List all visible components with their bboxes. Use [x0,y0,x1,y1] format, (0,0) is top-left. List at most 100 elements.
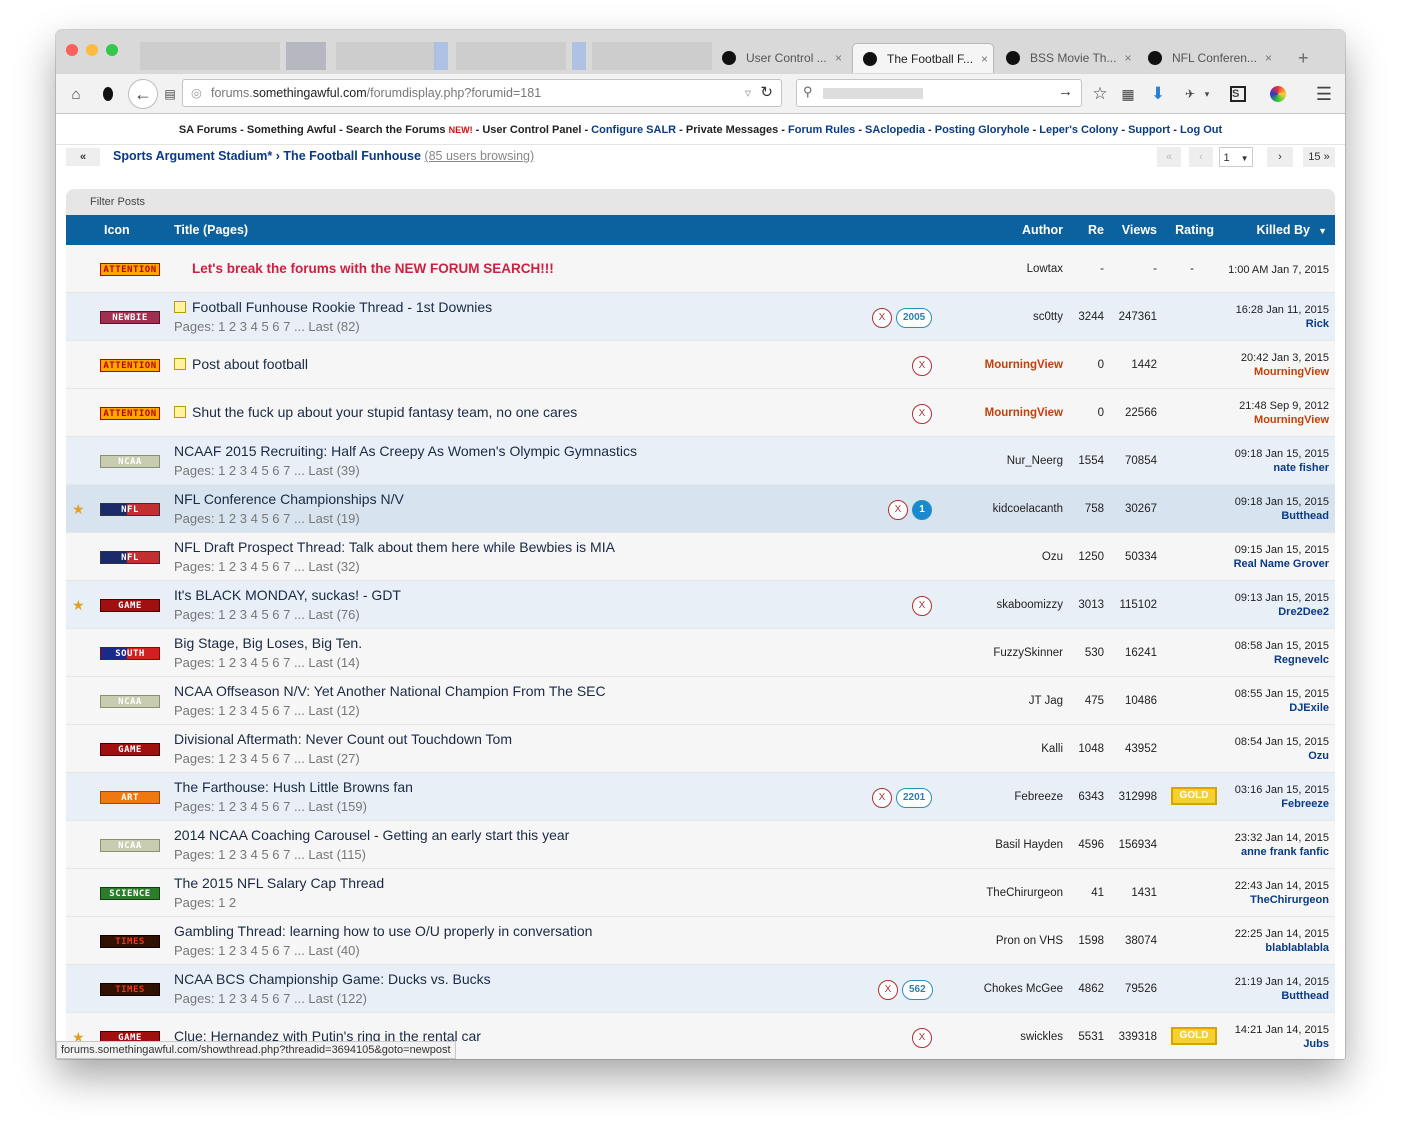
thread-author[interactable]: sc0tty [1033,311,1063,323]
thread-title[interactable]: NCAA BCS Championship Game: Ducks vs. Bu… [174,971,491,987]
thread-pages[interactable]: Pages: 1 2 [174,895,236,910]
page-select[interactable]: 1 ▼ [1219,147,1253,167]
thread-title-text[interactable]: 2014 NCAA Coaching Carousel - Getting an… [174,827,569,843]
unread-count-badge[interactable]: 2005 [896,308,933,328]
thread-title-text[interactable]: Divisional Aftermath: Never Count out To… [174,731,512,747]
thread-author[interactable]: Nur_Neerg [1007,455,1063,467]
thread-title-text[interactable]: Shut the fuck up about your stupid fanta… [192,404,577,420]
thread-author[interactable]: Pron on VHS [996,935,1063,947]
last-poster[interactable]: Regnevelc [1235,653,1329,667]
thread-title[interactable]: NFL Draft Prospect Thread: Talk about th… [174,539,615,555]
nav-forum-rules[interactable]: Forum Rules [788,124,855,136]
thread-title-text[interactable]: Post about football [192,356,308,372]
mark-unread-icon[interactable]: X [872,788,892,808]
unread-count-badge[interactable]: 562 [902,980,933,1000]
thread-title[interactable]: Gambling Thread: learning how to use O/U… [174,923,592,939]
filter-posts-bar[interactable]: Filter Posts [66,189,1335,215]
unread-count-badge[interactable]: 2201 [896,788,933,808]
thread-row[interactable]: SCIENCE The 2015 NFL Salary Cap Thread Pag… [66,869,1335,917]
thread-row[interactable]: NCAA 2014 NCAA Coaching Carousel - Gettin… [66,821,1335,869]
last-poster[interactable]: Butthead [1235,989,1329,1003]
thread-author[interactable]: Kalli [1041,743,1063,755]
thread-pages[interactable]: Pages: 1 2 3 4 5 6 7 ... Last (12) [174,703,360,718]
thread-author[interactable]: Basil Hayden [995,839,1063,851]
thread-row[interactable]: TIMES NCAA BCS Championship Game: Ducks v… [66,965,1335,1013]
thread-row[interactable]: ★ NFL NFL Conference Championships N/V Page… [66,485,1335,533]
close-tab-icon[interactable]: × [827,51,842,65]
mark-unread-icon[interactable]: X [912,404,932,424]
last-poster[interactable]: Real Name Grover [1234,557,1329,571]
breadcrumb-forum[interactable]: Sports Argument Stadium* [113,149,272,163]
tab-nfl-conference[interactable]: NFL Conferen... × [1138,43,1278,73]
last-poster[interactable]: Jubs [1235,1037,1329,1051]
thread-title-text[interactable]: It's BLACK MONDAY, suckas! - GDT [174,587,401,603]
close-tab-icon[interactable]: × [1116,51,1131,65]
last-poster[interactable]: DJExile [1235,701,1329,715]
unread-count-badge[interactable]: 1 [912,500,932,520]
thread-title-text[interactable]: NFL Conference Championships N/V [174,491,404,507]
salr-icon[interactable]: S [1228,82,1248,106]
last-poster[interactable]: anne frank fanfic [1235,845,1329,859]
tab-bss-movie[interactable]: BSS Movie Th... × [996,43,1136,73]
thread-title[interactable]: Big Stage, Big Loses, Big Ten. [174,635,362,651]
nav-lepers-colony[interactable]: Leper's Colony [1039,124,1118,136]
extension-menu-icon[interactable]: ▾ [1202,82,1212,106]
next-page-button[interactable]: › [1267,147,1293,167]
thread-title[interactable]: It's BLACK MONDAY, suckas! - GDT [174,587,401,603]
minimize-window-button[interactable] [86,44,98,56]
tab-football-funhouse[interactable]: The Football F... × [852,43,994,73]
col-icon[interactable]: Icon [104,223,130,237]
mark-unread-icon[interactable]: X [878,980,898,1000]
thread-title[interactable]: 2014 NCAA Coaching Carousel - Getting an… [174,827,569,843]
thread-title[interactable]: The 2015 NFL Salary Cap Thread [174,875,384,891]
thread-author[interactable]: skaboomizzy [997,599,1063,611]
menu-icon[interactable]: ☰ [1312,82,1336,106]
users-browsing-link[interactable]: (85 users browsing) [424,149,534,163]
thread-title-text[interactable]: The 2015 NFL Salary Cap Thread [174,875,384,891]
thread-title[interactable]: Shut the fuck up about your stupid fanta… [174,404,577,420]
thread-author[interactable]: Chokes McGee [984,983,1063,995]
go-arrow-icon[interactable]: → [1058,83,1073,100]
thread-title-text[interactable]: NFL Draft Prospect Thread: Talk about th… [174,539,615,555]
sa-extension-icon[interactable] [98,82,118,106]
thread-row[interactable]: NFL NFL Draft Prospect Thread: Talk about… [66,533,1335,581]
thread-author[interactable]: swickles [1020,1031,1063,1043]
nav-configure-salr[interactable]: Configure SALR [591,124,676,136]
last-poster[interactable]: Rick [1236,317,1329,331]
url-field[interactable]: ◎ forums.somethingawful.com/forumdisplay… [182,79,782,107]
thread-row[interactable]: ART The Farthouse: Hush Little Browns fan… [66,773,1335,821]
nav-sa-forums[interactable]: SA Forums [179,124,237,136]
color-extension-icon[interactable] [1268,82,1288,106]
thread-title-text[interactable]: NCAA BCS Championship Game: Ducks vs. Bu… [174,971,491,987]
mark-unread-icon[interactable]: X [872,308,892,328]
last-page-button[interactable]: 15 » [1303,147,1335,167]
col-rating[interactable]: Rating [1175,223,1214,237]
thread-row[interactable]: TIMES Gambling Thread: learning how to us… [66,917,1335,965]
col-re[interactable]: Re [1088,223,1104,237]
close-tab-icon[interactable]: × [973,52,988,66]
last-poster[interactable]: Ozu [1235,749,1329,763]
thread-author[interactable]: kidcoelacanth [993,503,1063,515]
thread-title-text[interactable]: Let's break the forums with the NEW FORU… [192,261,554,276]
col-views[interactable]: Views [1122,223,1157,237]
col-killed-by[interactable]: Killed By [1257,223,1311,237]
thread-row[interactable]: NEWBIE Football Funhouse Rookie Thread - … [66,293,1335,341]
thread-title[interactable]: NCAA Offseason N/V: Yet Another National… [174,683,606,699]
thread-pages[interactable]: Pages: 1 2 3 4 5 6 7 ... Last (27) [174,751,360,766]
thread-title[interactable]: NCAAF 2015 Recruiting: Half As Creepy As… [174,443,637,459]
close-window-button[interactable] [66,44,78,56]
prev-page-button[interactable]: ‹ [1189,147,1213,167]
nav-saclopedia[interactable]: SAclopedia [865,124,925,136]
thread-title-text[interactable]: NCAAF 2015 Recruiting: Half As Creepy As… [174,443,637,459]
zoom-window-button[interactable] [106,44,118,56]
reading-list-icon[interactable]: ▦ [1118,82,1138,106]
thread-author[interactable]: FuzzySkinner [993,647,1063,659]
thread-row[interactable]: ★ GAME It's BLACK MONDAY, suckas! - GDT Pag… [66,581,1335,629]
thread-title-text[interactable]: NCAA Offseason N/V: Yet Another National… [174,683,606,699]
thread-title-text[interactable]: Gambling Thread: learning how to use O/U… [174,923,592,939]
mark-unread-icon[interactable]: X [888,500,908,520]
thread-row[interactable]: ATTENTION Shut the fuck up about your stu… [66,389,1335,437]
tab-user-control[interactable]: User Control ... × [712,43,852,73]
thread-author[interactable]: JT Jag [1029,695,1063,707]
col-author[interactable]: Author [1022,223,1063,237]
